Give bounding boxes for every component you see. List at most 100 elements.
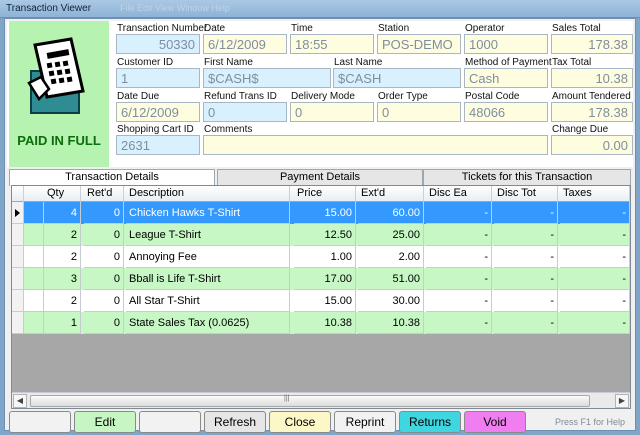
cell-disc-ea: - (426, 290, 492, 312)
row-selector[interactable] (12, 312, 24, 334)
date-label: Date (204, 23, 226, 34)
scroll-left-icon[interactable]: ◀ (13, 394, 27, 408)
comments-field[interactable] (203, 135, 548, 155)
last-name-field[interactable]: $CASH (333, 68, 461, 88)
date-due-field[interactable]: 6/12/2009 (116, 102, 200, 122)
table-row[interactable]: 2 0 Annoying Fee 1.00 2.00- - - (12, 246, 630, 268)
delivery-mode-field[interactable]: 0 (290, 102, 374, 122)
tax-total-field[interactable]: 10.38 (551, 68, 633, 88)
postal-code-field[interactable]: 48066 (464, 102, 548, 122)
cell-description: All Star T-Shirt (126, 290, 290, 312)
column-header-taxes[interactable]: Taxes (560, 186, 630, 202)
table-row[interactable]: 2 0 All Star T-Shirt 15.00 30.00- - - (12, 290, 630, 312)
cell-extd: 60.00 (358, 202, 424, 224)
column-header-price[interactable]: Price (294, 186, 356, 202)
edit-button[interactable]: Edit (74, 411, 136, 433)
cell-price: 17.00 (294, 268, 356, 290)
table-row[interactable]: 1 0 State Sales Tax (0.0625) 10.38 10.38- - - (12, 312, 630, 334)
blank-button-2[interactable] (139, 411, 201, 433)
shopping-cart-id-label: Shopping Cart ID (117, 124, 194, 135)
table-row[interactable]: 4 0 Chicken Hawks T-Shirt 15.00 60.00- - - (12, 202, 630, 224)
cell-taxes: - (560, 268, 630, 290)
sales-total-field[interactable]: 178.38 (551, 34, 633, 54)
change-due-field[interactable]: 0.00 (551, 135, 633, 155)
cell-extd: 51.00 (358, 268, 424, 290)
help-hint: Press F1 for Help (554, 417, 625, 427)
cell-price: 12.50 (294, 224, 356, 246)
method-of-payment-field[interactable]: Cash (464, 68, 548, 88)
column-header-disc-tot[interactable]: Disc Tot (494, 186, 558, 202)
void-button[interactable]: Void (464, 411, 526, 433)
refund-trans-id-label: Refund Trans ID (204, 91, 277, 102)
row-selector[interactable] (12, 202, 24, 224)
cell-retd: 0 (84, 268, 124, 290)
postal-code-label: Postal Code (465, 91, 520, 102)
cell-extd: 2.00 (358, 246, 424, 268)
grid-corner (12, 186, 24, 202)
paid-status-panel: PAID IN FULL (9, 21, 109, 167)
tab-tickets[interactable]: Tickets for this Transaction (423, 169, 631, 185)
date-due-label: Date Due (117, 91, 160, 102)
table-row[interactable]: 3 0 Bball is Life T-Shirt 17.00 51.00- - - (12, 268, 630, 290)
transaction-number-field[interactable]: 50330 (116, 34, 200, 54)
cell-retd: 0 (84, 312, 124, 334)
cell-qty: 1 (44, 312, 81, 334)
cell-qty: 2 (44, 224, 81, 246)
row-selector[interactable] (12, 268, 24, 290)
column-header-disc-ea[interactable]: Disc Ea (426, 186, 492, 202)
column-header-extd[interactable]: Ext'd (358, 186, 424, 202)
cell-price: 1.00 (294, 246, 356, 268)
current-row-arrow-icon (15, 209, 20, 217)
amount-tendered-label: Amount Tendered (552, 91, 631, 102)
blank-button-1[interactable] (9, 411, 71, 433)
action-bar: Edit Refresh Close Reprint Returns Void … (7, 411, 633, 433)
row-selector[interactable] (12, 290, 24, 312)
column-header-description[interactable]: Description (126, 186, 290, 202)
table-row[interactable]: 2 0 League T-Shirt 12.50 25.00- - - (12, 224, 630, 246)
column-header-retd[interactable]: Ret'd (84, 186, 124, 202)
returns-button[interactable]: Returns (399, 411, 461, 433)
amount-tendered-field[interactable]: 178.38 (551, 102, 633, 122)
window-title: Transaction Viewer (6, 3, 92, 14)
cell-disc-tot: - (494, 202, 558, 224)
line-items-grid: Qty Ret'd Description Price Ext'd Disc E… (11, 185, 631, 409)
first-name-field[interactable]: $CASH$ (203, 68, 331, 88)
cell-description: Chicken Hawks T-Shirt (126, 202, 290, 224)
paid-in-full-label: PAID IN FULL (17, 133, 101, 148)
close-button[interactable]: Close (269, 411, 331, 433)
cell-retd: 0 (84, 202, 124, 224)
cell-extd: 30.00 (358, 290, 424, 312)
cell-spacer (24, 312, 44, 334)
grid-header: Qty Ret'd Description Price Ext'd Disc E… (12, 186, 630, 202)
customer-id-field[interactable]: 1 (116, 68, 200, 88)
reprint-button[interactable]: Reprint (334, 411, 396, 433)
row-selector[interactable] (12, 246, 24, 268)
scroll-right-icon[interactable]: ▶ (615, 394, 629, 408)
cell-spacer (24, 268, 44, 290)
order-type-field[interactable]: 0 (377, 102, 461, 122)
detail-tabs: Transaction Details Payment Details Tick… (7, 169, 633, 186)
cell-retd: 0 (84, 224, 124, 246)
horizontal-scrollbar[interactable]: ◀ ||| ▶ (12, 392, 630, 408)
time-field[interactable]: 18:55 (290, 34, 374, 54)
cell-disc-tot: - (494, 312, 558, 334)
cell-taxes: - (560, 202, 630, 224)
comments-label: Comments (204, 124, 253, 135)
tab-payment-details[interactable]: Payment Details (217, 169, 423, 185)
operator-label: Operator (465, 23, 505, 34)
cell-disc-tot: - (494, 246, 558, 268)
row-selector[interactable] (12, 224, 24, 246)
transaction-number-label: Transaction Number (117, 23, 208, 34)
scroll-thumb[interactable] (30, 395, 590, 407)
tab-transaction-details[interactable]: Transaction Details (9, 169, 215, 186)
date-field[interactable]: 6/12/2009 (203, 34, 287, 54)
cell-qty: 2 (44, 246, 81, 268)
refund-trans-id-field[interactable]: 0 (203, 102, 287, 122)
cell-disc-ea: - (426, 268, 492, 290)
station-field[interactable]: POS-DEMO (377, 34, 461, 54)
cell-spacer (24, 290, 44, 312)
refresh-button[interactable]: Refresh (204, 411, 266, 433)
operator-field[interactable]: 1000 (464, 34, 548, 54)
column-header-qty[interactable]: Qty (44, 186, 81, 202)
shopping-cart-id-field[interactable]: 2631 (116, 135, 200, 155)
